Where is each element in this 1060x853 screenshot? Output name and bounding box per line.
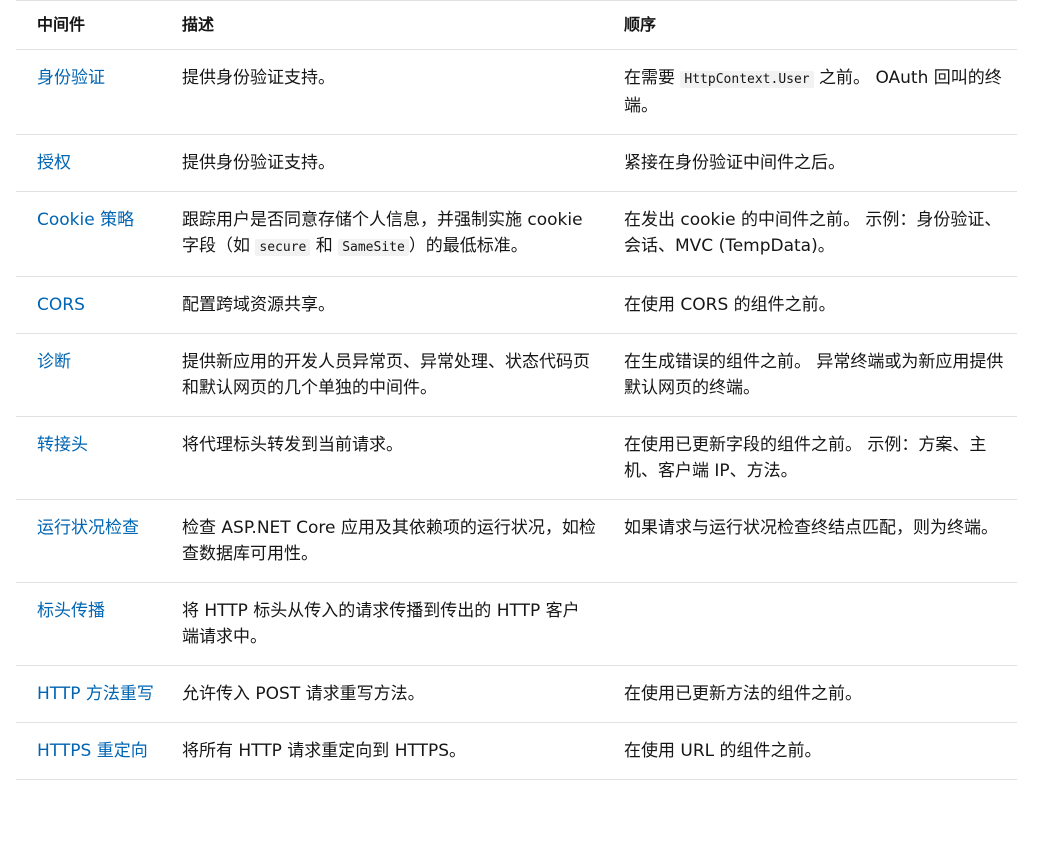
table-row: 标头传播 将 HTTP 标头从传入的请求传播到传出的 HTTP 客户端请求中。 (16, 583, 1017, 666)
middleware-link-https-redirection[interactable]: HTTPS 重定向 (37, 741, 148, 761)
header-middleware: 中间件 (37, 15, 86, 34)
middleware-link-health-check[interactable]: 运行状况检查 (37, 518, 139, 538)
row-order: 如果请求与运行状况检查终结点匹配，则为终端。 (624, 518, 998, 538)
table-row: CORS 配置跨域资源共享。 在使用 CORS 的组件之前。 (16, 277, 1017, 334)
row-order: 在使用 CORS 的组件之前。 (624, 295, 836, 315)
middleware-link-authentication[interactable]: 身份验证 (37, 68, 105, 88)
row-order: 在发出 cookie 的中间件之前。 示例：身份验证、会话、MVC (TempD… (624, 210, 1002, 256)
inline-code: HttpContext.User (680, 71, 814, 88)
row-description: 将 HTTP 标头从传入的请求传播到传出的 HTTP 客户端请求中。 (182, 601, 580, 647)
table-row: Cookie 策略 跟踪用户是否同意存储个人信息，并强制实施 cookie 字段… (16, 192, 1017, 277)
row-order: 在使用已更新字段的组件之前。 示例：方案、主机、客户端 IP、方法。 (624, 435, 987, 481)
header-description: 描述 (182, 15, 215, 34)
middleware-link-header-propagation[interactable]: 标头传播 (37, 601, 105, 621)
row-order: 在生成错误的组件之前。 异常终端或为新应用提供默认网页的终端。 (624, 352, 1004, 398)
row-description: 将代理标头转发到当前请求。 (182, 435, 403, 455)
table-row: 运行状况检查 检查 ASP.NET Core 应用及其依赖项的运行状况，如检查数… (16, 500, 1017, 583)
table-row: 身份验证 提供身份验证支持。 在需要 HttpContext.User 之前。 … (16, 50, 1017, 135)
middleware-table: 中间件 描述 顺序 身份验证 提供身份验证支持。 在需要 HttpContext… (16, 0, 1017, 780)
middleware-link-http-method-override[interactable]: HTTP 方法重写 (37, 684, 154, 704)
inline-code: SameSite (338, 239, 409, 256)
table-header-row: 中间件 描述 顺序 (16, 1, 1017, 50)
row-description: 提供新应用的开发人员异常页、异常处理、状态代码页和默认网页的几个单独的中间件。 (182, 352, 590, 398)
row-description: 提供身份验证支持。 (182, 153, 335, 173)
middleware-link-cors[interactable]: CORS (37, 295, 85, 315)
row-order: 紧接在身份验证中间件之后。 (624, 153, 845, 173)
row-order: 在使用已更新方法的组件之前。 (624, 684, 862, 704)
row-description: 提供身份验证支持。 (182, 68, 335, 88)
table-row: 授权 提供身份验证支持。 紧接在身份验证中间件之后。 (16, 135, 1017, 192)
row-description: 允许传入 POST 请求重写方法。 (182, 684, 425, 704)
row-description: 配置跨域资源共享。 (182, 295, 335, 315)
middleware-link-authorization[interactable]: 授权 (37, 153, 71, 173)
inline-code: secure (255, 239, 311, 256)
row-description: 跟踪用户是否同意存储个人信息，并强制实施 cookie 字段（如 secure … (182, 210, 583, 256)
row-order: 在使用 URL 的组件之前。 (624, 741, 822, 761)
row-order (604, 598, 1017, 650)
table-row: 诊断 提供新应用的开发人员异常页、异常处理、状态代码页和默认网页的几个单独的中间… (16, 334, 1017, 417)
row-description: 将所有 HTTP 请求重定向到 HTTPS。 (182, 741, 467, 761)
middleware-link-forwarded-headers[interactable]: 转接头 (37, 435, 88, 455)
table-row: 转接头 将代理标头转发到当前请求。 在使用已更新字段的组件之前。 示例：方案、主… (16, 417, 1017, 500)
row-order: 在需要 HttpContext.User 之前。 OAuth 回叫的终端。 (624, 68, 1002, 116)
middleware-link-diagnostics[interactable]: 诊断 (37, 352, 71, 372)
row-description: 检查 ASP.NET Core 应用及其依赖项的运行状况，如检查数据库可用性。 (182, 518, 596, 564)
table-row: HTTP 方法重写 允许传入 POST 请求重写方法。 在使用已更新方法的组件之… (16, 666, 1017, 723)
table-row: HTTPS 重定向 将所有 HTTP 请求重定向到 HTTPS。 在使用 URL… (16, 723, 1017, 780)
middleware-link-cookie-policy[interactable]: Cookie 策略 (37, 210, 134, 230)
header-order: 顺序 (624, 15, 657, 34)
